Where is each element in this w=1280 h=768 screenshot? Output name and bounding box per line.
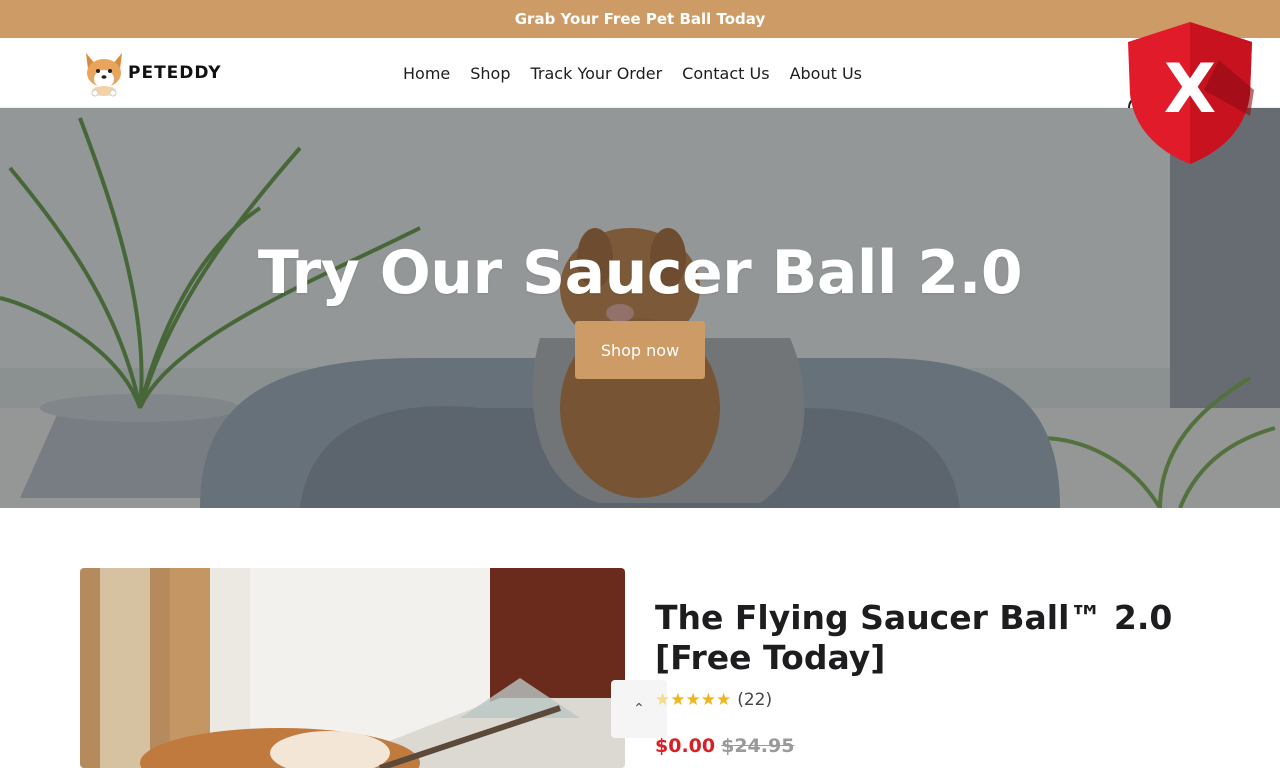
shop-now-button[interactable]: Shop now	[575, 321, 705, 379]
product-image[interactable]	[80, 568, 625, 768]
shield-close-icon[interactable]: X	[1124, 20, 1256, 166]
nav-about-us[interactable]: About Us	[790, 64, 862, 83]
shield-letter: X	[1164, 50, 1216, 129]
star-rating-icons: ★★★★★	[655, 690, 731, 710]
hero-title: Try Our Saucer Ball 2.0	[257, 238, 1023, 308]
announcement-bar: Grab Your Free Pet Ball Today	[0, 0, 1280, 38]
compare-price: $24.95	[721, 735, 795, 757]
product-title-line2: [Free Today]	[655, 638, 886, 677]
corgi-logo-icon	[86, 53, 122, 97]
product-title-line1: The Flying Saucer Ball™ 2.0	[655, 598, 1173, 637]
product-price: $0.00 $24.95	[655, 735, 794, 757]
nav-home[interactable]: Home	[403, 64, 450, 83]
announcement-text: Grab Your Free Pet Ball Today	[514, 10, 766, 28]
site-header: PETEDDY Home Shop Track Your Order Conta…	[0, 38, 1280, 118]
nav-contact-us[interactable]: Contact Us	[682, 64, 769, 83]
logo-text: PETEDDY	[128, 63, 222, 83]
product-rating[interactable]: ★★★★★ (22)	[655, 690, 772, 710]
main-nav: Home Shop Track Your Order Contact Us Ab…	[403, 38, 862, 108]
product-section: ⌃ The Flying Saucer Ball™ 2.0 [Free Toda…	[0, 508, 1280, 768]
product-photo	[80, 568, 625, 768]
sale-price: $0.00	[655, 735, 716, 757]
star-icon: ★	[655, 690, 671, 710]
chevron-up-icon: ⌃	[633, 701, 645, 717]
logo[interactable]: PETEDDY	[80, 49, 222, 97]
product-title: The Flying Saucer Ball™ 2.0 [Free Today]	[655, 598, 1175, 678]
star-icon: ★★★★	[670, 690, 732, 710]
nav-shop[interactable]: Shop	[470, 64, 510, 83]
review-count[interactable]: (22)	[737, 690, 772, 710]
hero-overlay	[0, 108, 1280, 508]
nav-track-order[interactable]: Track Your Order	[531, 64, 663, 83]
hero-banner: Try Our Saucer Ball 2.0 Shop now	[0, 108, 1280, 508]
